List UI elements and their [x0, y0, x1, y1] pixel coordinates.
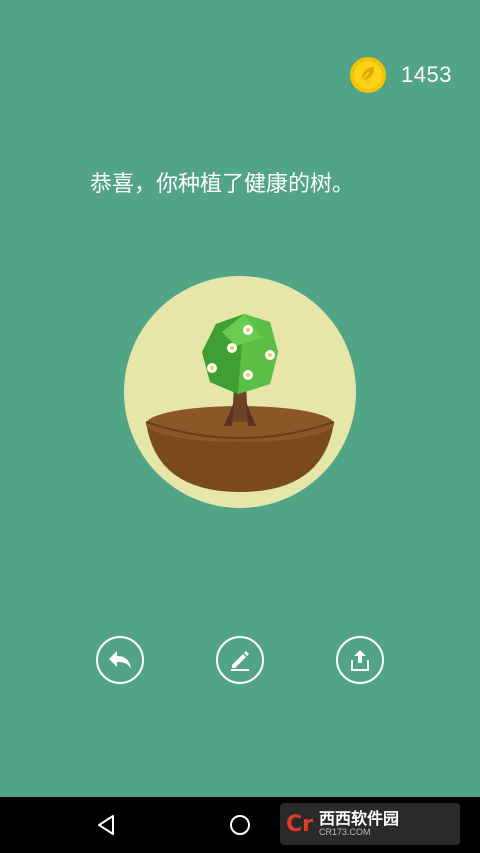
system-navigation-bar: Cr 西西软件园 CR173.COM [0, 797, 480, 853]
coin-count: 1453 [401, 62, 452, 87]
home-icon [230, 815, 250, 835]
share-button[interactable] [336, 636, 384, 684]
congrats-message: 恭喜，你种植了健康的树。 [90, 172, 355, 197]
edit-pencil-icon [231, 651, 249, 671]
coin-balance: 1453 [349, 56, 452, 94]
edit-button[interactable] [216, 636, 264, 684]
watermark-badge: Cr 西西软件园 CR173.COM [280, 803, 460, 845]
back-icon [98, 815, 114, 835]
coin-icon [350, 57, 387, 93]
nav-back-button[interactable] [92, 811, 120, 839]
nav-home-button[interactable] [226, 811, 254, 839]
healthy-tree-illustration [124, 276, 356, 508]
action-bar [0, 636, 480, 690]
undo-icon [109, 651, 131, 669]
watermark-url: CR173.COM [319, 826, 371, 837]
watermark-name: 西西软件园 [319, 809, 400, 829]
share-icon [351, 650, 369, 671]
undo-button[interactable] [96, 636, 144, 684]
watermark-logo: Cr [286, 811, 313, 837]
